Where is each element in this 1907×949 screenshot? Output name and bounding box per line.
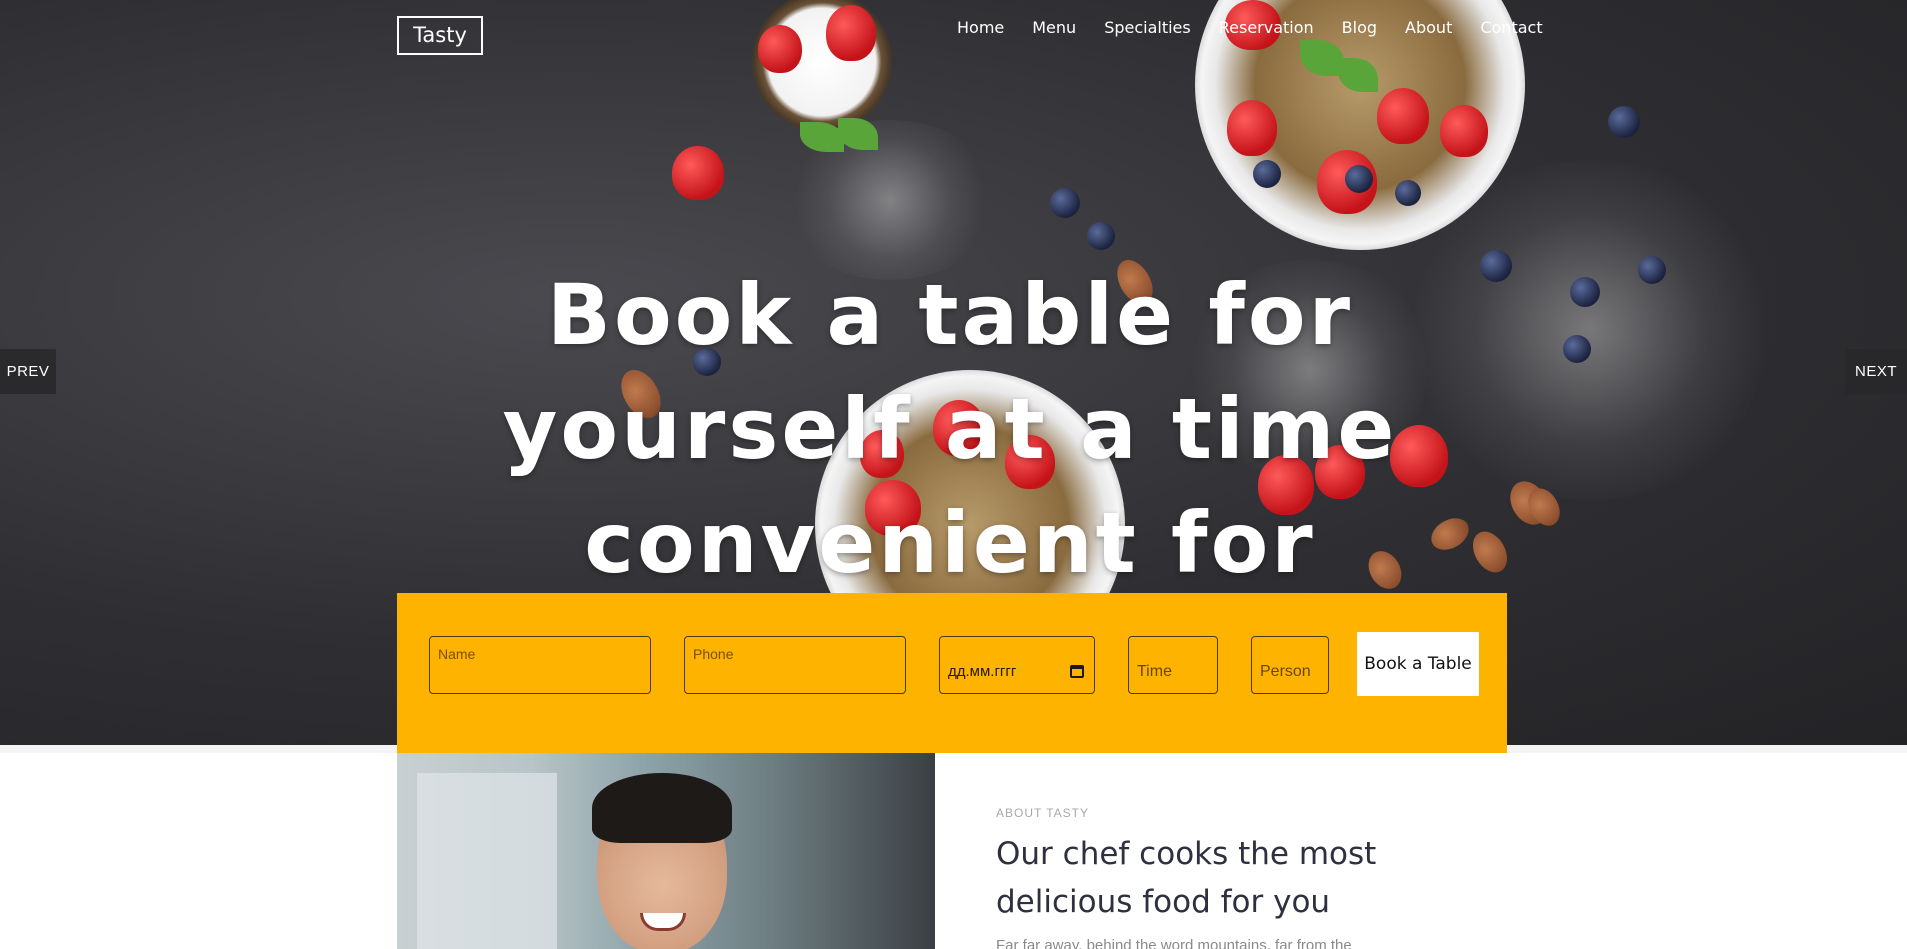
book-table-button[interactable]: Book a Table xyxy=(1357,632,1479,696)
nav-item-blog[interactable]: Blog xyxy=(1342,18,1377,37)
booking-form: Name Phone дд.мм.гггг Time Person Book a… xyxy=(397,593,1507,753)
phone-placeholder: Phone xyxy=(693,646,734,662)
chef-hair xyxy=(592,773,732,843)
about-text: Far far away, behind the word mountains,… xyxy=(996,937,1352,949)
time-placeholder: Time xyxy=(1137,663,1172,680)
date-field[interactable]: дд.мм.гггг xyxy=(939,636,1095,694)
main-nav: Home Menu Specialties Reservation Blog A… xyxy=(957,18,1571,37)
blueberry-image xyxy=(1395,180,1421,206)
strawberry-image xyxy=(758,25,802,73)
blueberry-image xyxy=(1087,222,1115,250)
nav-item-contact[interactable]: Contact xyxy=(1480,18,1542,37)
nav-item-specialties[interactable]: Specialties xyxy=(1104,18,1191,37)
time-field[interactable]: Time xyxy=(1128,636,1218,694)
strawberry-image xyxy=(672,146,724,200)
blueberry-image xyxy=(1345,165,1373,193)
blueberry-image xyxy=(1608,106,1640,138)
name-field[interactable]: Name xyxy=(429,636,651,694)
blueberry-image xyxy=(1563,335,1591,363)
almond-image xyxy=(1466,525,1514,579)
person-field[interactable]: Person xyxy=(1251,636,1329,694)
person-placeholder: Person xyxy=(1260,663,1311,680)
strawberry-image xyxy=(1377,88,1429,144)
strawberry-image xyxy=(1227,100,1277,156)
blueberry-image xyxy=(1050,188,1080,218)
strawberry-image xyxy=(1440,105,1488,157)
nav-item-menu[interactable]: Menu xyxy=(1032,18,1076,37)
nav-item-home[interactable]: Home xyxy=(957,18,1004,37)
calendar-icon[interactable] xyxy=(1070,665,1084,678)
date-placeholder: дд.мм.гггг xyxy=(948,663,1017,680)
chef-photo xyxy=(397,753,935,949)
blueberry-image xyxy=(1638,256,1666,284)
nav-item-reservation[interactable]: Reservation xyxy=(1219,18,1314,37)
blueberry-image xyxy=(1480,250,1512,282)
blueberry-image xyxy=(1253,160,1281,188)
about-kicker: ABOUT TASTY xyxy=(996,806,1090,820)
almond-image xyxy=(1425,511,1475,557)
strawberry-image xyxy=(826,5,876,61)
name-placeholder: Name xyxy=(438,646,476,662)
nav-item-about[interactable]: About xyxy=(1405,18,1452,37)
slider-prev-button[interactable]: PREV xyxy=(0,349,56,394)
blueberry-image xyxy=(1570,277,1600,307)
about-title: Our chef cooks the most delicious food f… xyxy=(996,836,1377,920)
phone-field[interactable]: Phone xyxy=(684,636,906,694)
slider-next-button[interactable]: NEXT xyxy=(1845,349,1907,394)
kitchen-background xyxy=(417,773,557,949)
brand-logo[interactable]: Tasty xyxy=(397,16,483,55)
